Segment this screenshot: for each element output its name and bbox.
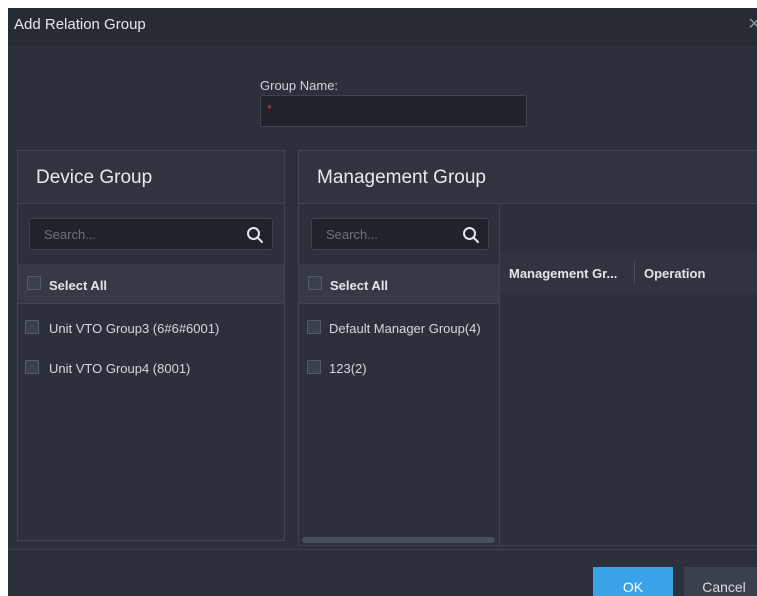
required-marker: *	[267, 102, 272, 116]
list-item[interactable]: 123(2)	[299, 348, 499, 388]
list-item[interactable]: Unit VTO Group3 (6#6#6001)	[18, 308, 284, 348]
list-item-checkbox[interactable]	[25, 320, 39, 334]
column-header-management-group[interactable]: Management Gr...	[509, 266, 617, 281]
device-search-box[interactable]	[29, 218, 273, 250]
device-group-panel: Device Group Select All Unit VTO Group3 …	[17, 150, 285, 541]
management-group-panel: Management Group Select All Default Mana…	[298, 150, 757, 546]
group-name-input[interactable]	[261, 96, 526, 126]
list-item-label: Unit VTO Group4 (8001)	[49, 361, 191, 376]
device-search-input[interactable]	[30, 219, 272, 249]
device-select-all-label: Select All	[49, 278, 108, 293]
cancel-button[interactable]: Cancel	[684, 567, 757, 596]
column-header-operation[interactable]: Operation	[644, 266, 705, 281]
list-item-checkbox[interactable]	[307, 360, 321, 374]
list-item-checkbox[interactable]	[25, 360, 39, 374]
dialog-footer: OK Cancel	[8, 549, 757, 596]
list-item[interactable]: Unit VTO Group4 (8001)	[18, 348, 284, 388]
close-icon[interactable]: ✕	[748, 14, 757, 34]
management-group-title: Management Group	[317, 167, 486, 188]
management-select-all-row[interactable]: Select All	[299, 264, 499, 304]
list-item-label: Unit VTO Group3 (6#6#6001)	[49, 321, 220, 336]
list-item-label: Default Manager Group(4)	[329, 321, 481, 336]
device-group-title: Device Group	[36, 167, 153, 188]
group-name-field[interactable]: *	[260, 95, 527, 127]
dialog-title: Add Relation Group	[14, 16, 146, 33]
search-icon[interactable]	[246, 226, 264, 244]
device-group-header: Device Group	[18, 151, 284, 204]
horizontal-scrollbar[interactable]	[302, 537, 495, 543]
search-icon[interactable]	[462, 226, 480, 244]
list-item-label: 123(2)	[329, 361, 367, 376]
ok-button[interactable]: OK	[593, 567, 673, 596]
group-name-label: Group Name:	[260, 78, 339, 93]
dialog-titlebar: Add Relation Group ✕	[8, 8, 757, 46]
column-separator	[634, 261, 635, 285]
device-select-all-row[interactable]: Select All	[18, 264, 284, 304]
device-select-all-checkbox[interactable]	[27, 276, 41, 290]
add-relation-group-dialog: Add Relation Group ✕ Group Name: * Devic…	[8, 8, 757, 596]
selected-groups-table-header: Management Gr... Operation	[500, 253, 757, 293]
list-item-checkbox[interactable]	[307, 320, 321, 334]
management-select-all-checkbox[interactable]	[308, 276, 322, 290]
management-group-header: Management Group	[299, 151, 757, 204]
list-item[interactable]: Default Manager Group(4)	[299, 308, 499, 348]
management-select-all-label: Select All	[330, 278, 389, 293]
management-search-box[interactable]	[311, 218, 489, 250]
